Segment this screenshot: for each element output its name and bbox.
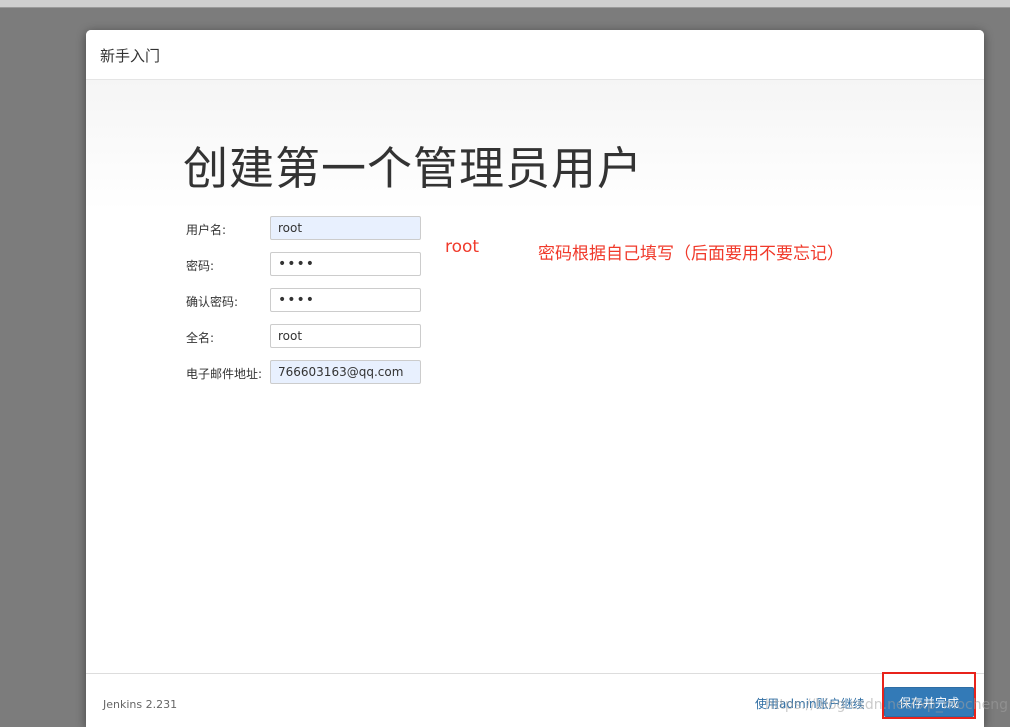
dialog-body: 创建第一个管理员用户 用户名: 密码: 确认密码: 全名: 电子邮件地址: ro… — [86, 80, 984, 673]
page-title: 创建第一个管理员用户 — [183, 142, 644, 195]
confirm-password-input[interactable] — [270, 288, 421, 312]
annotation-root-note: root — [445, 237, 480, 257]
email-input[interactable] — [270, 360, 421, 384]
username-label: 用户名: — [186, 223, 227, 237]
browser-toolbar-strip — [0, 0, 1010, 8]
version-text: Jenkins 2.231 — [103, 698, 178, 711]
password-input[interactable] — [270, 252, 421, 276]
dialog-footer: Jenkins 2.231 使用admin账户继续 保存并完成 — [86, 673, 984, 727]
setup-wizard-dialog: 新手入门 创建第一个管理员用户 用户名: 密码: 确认密码: 全名: 电子邮件地… — [86, 30, 984, 727]
continue-as-admin-link[interactable]: 使用admin账户继续 — [755, 695, 865, 712]
fullname-label: 全名: — [186, 331, 215, 345]
save-and-finish-button[interactable]: 保存并完成 — [884, 687, 974, 717]
password-label: 密码: — [186, 259, 215, 273]
dialog-title: 新手入门 — [100, 47, 161, 65]
username-input[interactable] — [270, 216, 421, 240]
email-label: 电子邮件地址: — [186, 367, 263, 381]
confirm-password-label: 确认密码: — [186, 295, 239, 309]
fullname-input[interactable] — [270, 324, 421, 348]
annotation-password-note: 密码根据自己填写（后面要用不要忘记） — [538, 244, 844, 264]
dialog-header: 新手入门 — [86, 30, 984, 80]
